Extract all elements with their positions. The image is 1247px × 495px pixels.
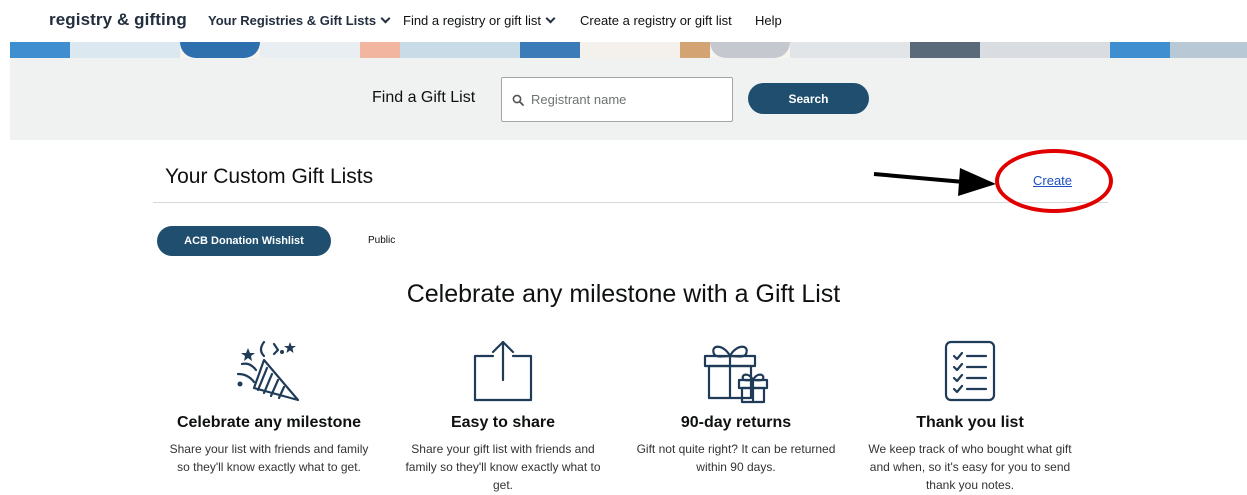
feature-description: We keep track of who bought what gift an… xyxy=(868,442,1072,492)
chevron-down-icon xyxy=(380,13,391,24)
feature-description: Share your list with friends and family … xyxy=(169,442,369,474)
registrant-search-field[interactable] xyxy=(501,77,733,122)
gift-box-icon xyxy=(703,345,769,404)
feature-title: Easy to share xyxy=(450,414,556,431)
checklist-icon xyxy=(944,340,996,402)
hero-title: Celebrate any milestone with a Gift List xyxy=(406,280,841,308)
party-hat-icon xyxy=(236,340,300,402)
top-nav: registry & gifting Your Registries & Gif… xyxy=(0,0,1247,42)
nav-find-registry[interactable]: Find a registry or gift list xyxy=(403,13,556,28)
feature-description: Share your gift list with friends and fa… xyxy=(405,442,601,492)
nav-your-registries-label: Your Registries & Gift Lists xyxy=(208,13,377,28)
nav-your-registries[interactable]: Your Registries & Gift Lists xyxy=(208,13,391,28)
search-button[interactable]: Search xyxy=(748,83,869,114)
nav-help-label: Help xyxy=(755,13,782,28)
annotation-circle xyxy=(995,149,1113,213)
list-visibility-label: Public xyxy=(368,235,396,246)
feature-title: 90-day returns xyxy=(680,414,792,431)
registrant-name-input[interactable] xyxy=(531,92,721,107)
brand-logo[interactable]: registry & gifting xyxy=(49,10,187,30)
nav-find-registry-label: Find a registry or gift list xyxy=(403,13,541,28)
feature-title: Thank you list xyxy=(916,414,1024,431)
hero-banner-strip xyxy=(10,42,1247,58)
nav-create-registry[interactable]: Create a registry or gift list xyxy=(580,13,732,28)
feature-title: Celebrate any milestone xyxy=(176,414,362,431)
list-tab-acb-donation-wishlist[interactable]: ACB Donation Wishlist xyxy=(157,226,331,256)
feature-description: Gift not quite right? It can be returned… xyxy=(636,442,836,474)
nav-create-registry-label: Create a registry or gift list xyxy=(580,13,732,28)
custom-gift-lists-title: Your Custom Gift Lists xyxy=(165,165,374,188)
feature-returns: 90-day returns Gift not quite right? It … xyxy=(631,338,841,476)
nav-help[interactable]: Help xyxy=(755,13,782,28)
find-gift-list-label: Find a Gift List xyxy=(372,89,476,106)
share-icon xyxy=(473,340,533,402)
annotation-arrow xyxy=(873,168,996,196)
section-divider xyxy=(153,202,1108,203)
feature-thank-you: Thank you list We keep track of who boug… xyxy=(865,338,1075,494)
search-icon xyxy=(512,94,524,106)
feature-celebrate: Celebrate any milestone Share your list … xyxy=(164,338,374,476)
chevron-down-icon xyxy=(545,13,556,24)
feature-share: Easy to share Share your gift list with … xyxy=(398,338,608,494)
